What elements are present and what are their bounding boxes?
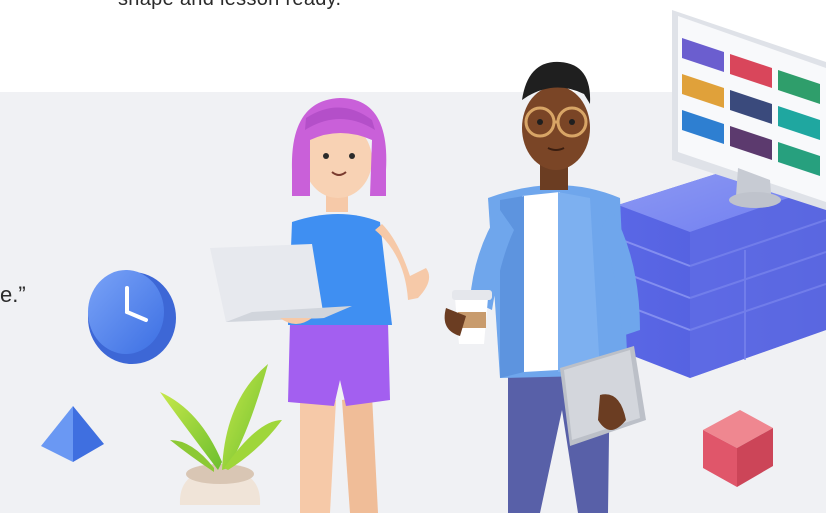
monitor	[672, 10, 826, 210]
illustration	[41, 10, 826, 513]
plant	[160, 364, 282, 505]
cube	[703, 410, 773, 487]
clock-icon	[88, 270, 176, 364]
man-figure	[444, 61, 646, 513]
pyramid	[41, 406, 104, 462]
